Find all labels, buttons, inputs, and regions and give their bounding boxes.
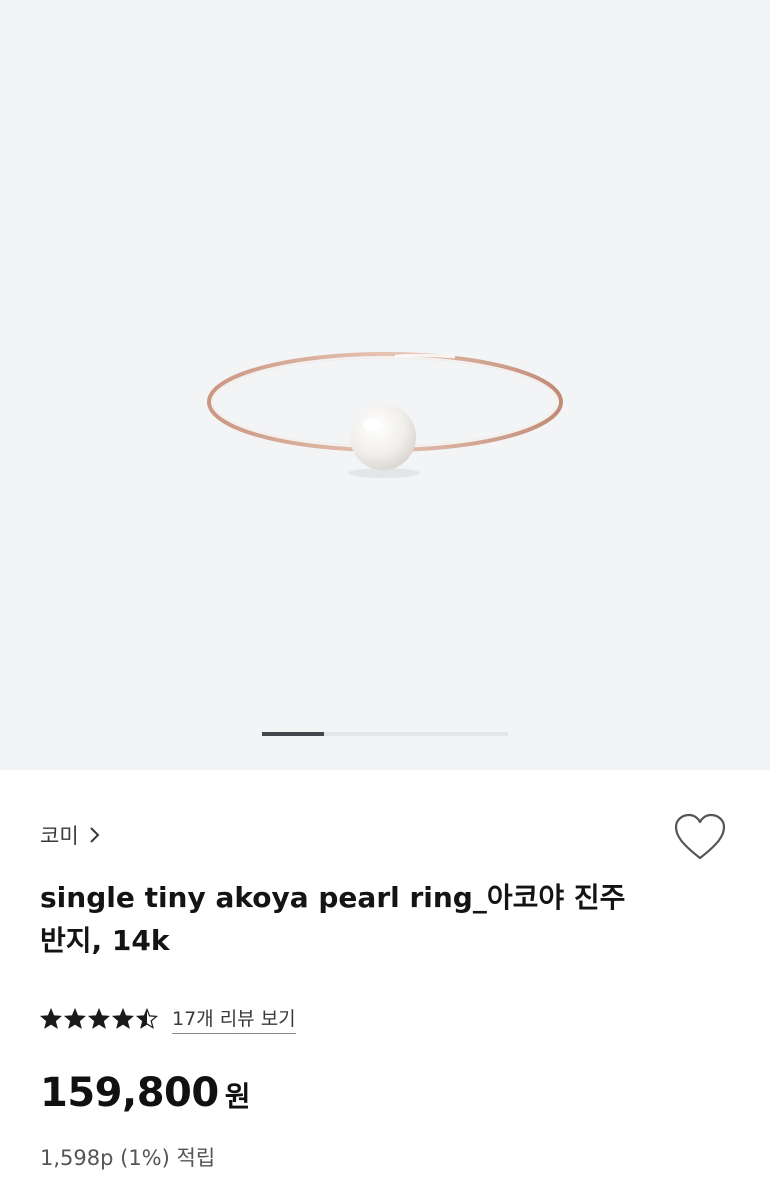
rating-stars xyxy=(40,1008,158,1030)
rating-row: 17개 리뷰 보기 xyxy=(40,1004,296,1034)
product-title: single tiny akoya pearl ring_아코야 진주 반지, … xyxy=(40,881,626,957)
pager-active-indicator xyxy=(262,732,324,736)
gallery-pager xyxy=(262,732,508,736)
product-image xyxy=(207,352,563,478)
currency: 원 xyxy=(224,1080,251,1113)
star-icon xyxy=(64,1008,86,1029)
price-row: 159,800 원 xyxy=(40,1070,250,1116)
product-info: 코미 single tiny akoya pearl ring_아코야 진주 반… xyxy=(0,770,770,1200)
brand-name: 코미 xyxy=(40,824,79,848)
star-icon xyxy=(40,1008,62,1029)
brand-link[interactable]: 코미 xyxy=(40,820,101,850)
heart-outline-icon[interactable] xyxy=(672,812,728,864)
star-icon xyxy=(88,1008,110,1029)
product-image-gallery[interactable] xyxy=(0,0,770,770)
chevron-right-icon xyxy=(89,827,100,843)
review-link[interactable]: 17개 리뷰 보기 xyxy=(172,1004,296,1034)
star-icon xyxy=(136,1008,158,1029)
price: 159,800 xyxy=(40,1070,219,1116)
star-icon xyxy=(112,1008,134,1029)
reward-points: 1,598p (1%) 적립 xyxy=(40,1146,216,1170)
